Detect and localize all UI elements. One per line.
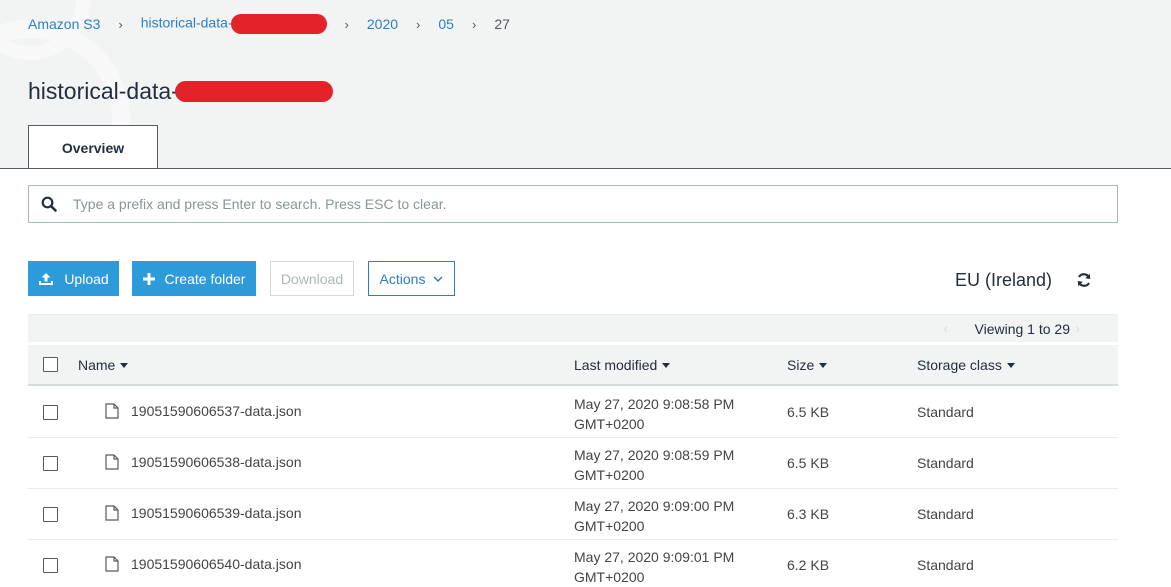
size-cell: 6.3 KB [787,506,830,522]
page-title: historical-data- [28,78,333,105]
row-checkbox[interactable] [43,558,58,573]
actions-dropdown[interactable]: Actions [368,261,455,296]
column-header-size[interactable]: Size [787,357,828,373]
table-row[interactable]: 19051590606537-data.json May 27, 2020 9:… [28,387,1118,438]
region-label: EU (Ireland) [955,270,1053,290]
column-header-last-modified-label: Last modified [574,357,658,373]
select-all-checkbox[interactable] [43,357,58,372]
search-box[interactable] [28,185,1118,223]
file-name[interactable]: 19051590606540-data.json [131,556,302,572]
table-header: Name Last modified Size Storage class [28,345,1118,386]
viewing-range: Viewing 1 to 29 [974,321,1070,337]
storage-class-cell: Standard [917,557,974,573]
breadcrumb-day: 27 [494,16,510,32]
file-name-cell[interactable]: 19051590606537-data.json [105,403,302,419]
plus-icon [142,272,155,285]
breadcrumb-bucket[interactable]: historical-data- [141,14,327,34]
last-modified-cell: May 27, 2020 9:09:00 PM GMT+0200 [574,496,734,536]
download-button-label: Download [280,270,344,287]
breadcrumb: Amazon S3 › historical-data- › 2020 › 05… [28,14,510,34]
previous-page-icon[interactable]: ‹ [944,321,948,336]
upload-button-label: Upload [64,270,109,287]
last-modified-cell: May 27, 2020 9:08:58 PM GMT+0200 [574,394,734,434]
last-modified-cell: May 27, 2020 9:08:59 PM GMT+0200 [574,445,734,485]
search-icon [41,196,57,212]
column-header-name[interactable]: Name [78,357,129,373]
actions-dropdown-label: Actions [379,270,426,287]
breadcrumb-amazon-s3[interactable]: Amazon S3 [28,16,100,32]
file-name[interactable]: 19051590606537-data.json [131,403,302,419]
size-cell: 6.2 KB [787,557,830,573]
last-modified-date: May 27, 2020 9:08:58 PM [574,396,735,412]
sort-caret-icon [120,362,129,368]
download-button[interactable]: Download [270,261,354,296]
chevron-right-icon: › [344,16,349,32]
file-name-cell[interactable]: 19051590606540-data.json [105,556,302,572]
size-cell: 6.5 KB [787,455,830,471]
file-name-cell[interactable]: 19051590606538-data.json [105,454,302,470]
file-name[interactable]: 19051590606538-data.json [131,454,302,470]
last-modified-date: May 27, 2020 9:09:00 PM [574,498,735,514]
chevron-right-icon: › [118,16,123,32]
column-header-last-modified[interactable]: Last modified [574,357,671,373]
sort-caret-icon [819,362,828,368]
column-header-storage-class-label: Storage class [917,357,1002,373]
tab-overview-label: Overview [61,140,125,156]
column-header-size-label: Size [787,357,815,373]
file-icon [105,454,119,470]
page-header: Amazon S3 › historical-data- › 2020 › 05… [0,0,1171,169]
chevron-right-icon: › [471,16,477,32]
table-row[interactable]: 19051590606539-data.json May 27, 2020 9:… [28,489,1118,540]
chevron-right-icon: › [416,16,421,32]
row-checkbox[interactable] [43,456,58,471]
next-page-icon[interactable]: › [1076,321,1080,336]
last-modified-timezone: GMT+0200 [574,467,645,483]
last-modified-timezone: GMT+0200 [574,569,645,585]
storage-class-cell: Standard [917,455,974,471]
row-checkbox[interactable] [43,405,58,420]
file-icon [105,403,119,419]
file-icon [105,505,119,521]
redaction-mark [230,14,327,34]
breadcrumb-month[interactable]: 05 [438,16,454,32]
create-folder-button[interactable]: Create folder [132,261,256,296]
page-title-text: historical-data- [28,78,179,104]
breadcrumb-year[interactable]: 2020 [367,16,398,32]
redaction-mark [174,81,333,102]
last-modified-timezone: GMT+0200 [574,416,645,432]
file-name[interactable]: 19051590606539-data.json [131,505,302,521]
upload-button[interactable]: Upload [28,261,119,296]
chevron-down-icon [433,276,443,282]
storage-class-cell: Standard [917,404,974,420]
last-modified-timezone: GMT+0200 [574,518,645,534]
last-modified-date: May 27, 2020 9:08:59 PM [574,447,735,463]
file-name-cell[interactable]: 19051590606539-data.json [105,505,302,521]
sort-caret-icon [1006,362,1015,368]
create-folder-button-label: Create folder [164,270,246,287]
row-checkbox[interactable] [43,507,58,522]
storage-class-cell: Standard [917,506,974,522]
breadcrumb-bucket-label[interactable]: historical-data- [141,15,233,31]
table-row[interactable]: 19051590606538-data.json May 27, 2020 9:… [28,438,1118,489]
sort-caret-icon [662,362,671,368]
refresh-icon[interactable] [1076,272,1092,293]
size-cell: 6.5 KB [787,404,830,420]
last-modified-cell: May 27, 2020 9:09:01 PM GMT+0200 [574,547,734,587]
upload-icon [38,272,54,286]
last-modified-date: May 27, 2020 9:09:01 PM [574,549,735,565]
file-icon [105,556,119,572]
pagination-bar: ‹ Viewing 1 to 29 › [28,314,1118,342]
column-header-name-label: Name [78,357,116,373]
search-input[interactable] [73,196,1073,212]
table-row[interactable]: 19051590606540-data.json May 27, 2020 9:… [28,540,1118,585]
tab-overview[interactable]: Overview [28,125,158,168]
column-header-storage-class[interactable]: Storage class [917,357,1015,373]
